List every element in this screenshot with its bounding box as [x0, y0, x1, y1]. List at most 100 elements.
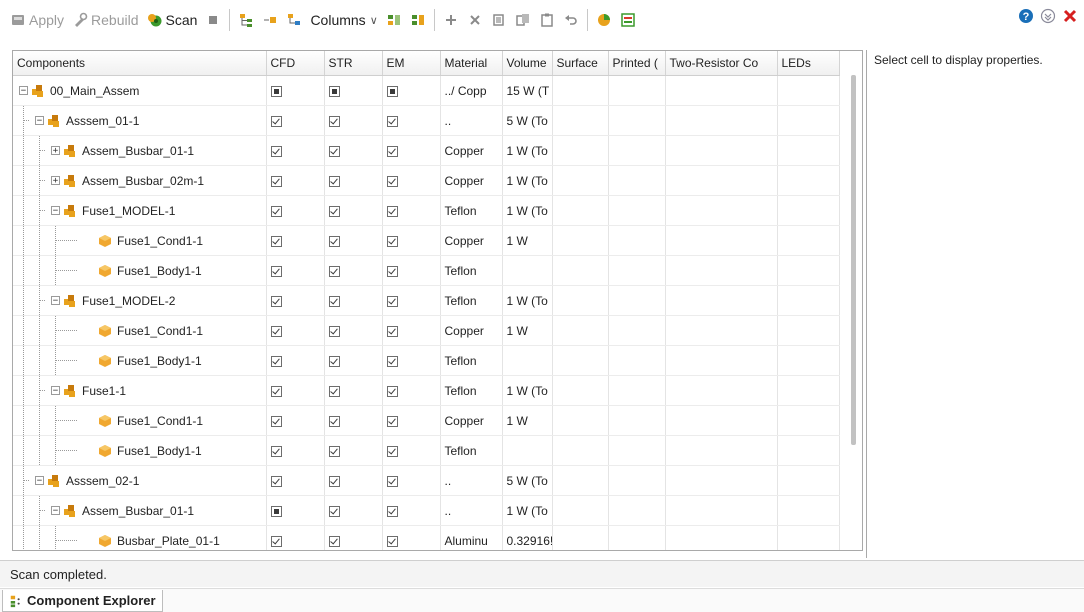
collapse-icon[interactable]: −	[51, 506, 60, 516]
leds-cell[interactable]	[777, 105, 840, 136]
checkbox[interactable]	[328, 385, 340, 397]
checkbox[interactable]	[386, 325, 398, 337]
material-cell[interactable]: Teflon	[440, 255, 503, 286]
cfd-cell[interactable]	[266, 315, 325, 346]
checkbox[interactable]	[386, 445, 398, 457]
component-name-cell[interactable]: Busbar_Plate_01-1	[13, 525, 267, 550]
checkbox[interactable]	[386, 175, 398, 187]
table-row[interactable]: Busbar_Plate_01-1 Aluminu 0.32916!	[13, 525, 840, 550]
em-cell[interactable]	[382, 195, 441, 226]
cfd-cell[interactable]	[266, 525, 325, 550]
surface-cell[interactable]	[552, 105, 609, 136]
surface-cell[interactable]	[552, 135, 609, 166]
expand-icon[interactable]: +	[51, 176, 60, 186]
checkbox[interactable]	[270, 145, 282, 157]
leds-cell[interactable]	[777, 495, 840, 526]
partial-checkbox[interactable]	[270, 505, 282, 517]
em-cell[interactable]	[382, 345, 441, 376]
remove-column-button[interactable]	[406, 8, 430, 32]
component-name-cell[interactable]: − Asssem_02-1	[13, 465, 267, 496]
two-resistor-cell[interactable]	[665, 315, 778, 346]
surface-cell[interactable]	[552, 435, 609, 466]
checkbox[interactable]	[386, 415, 398, 427]
checkbox[interactable]	[270, 235, 282, 247]
checkbox[interactable]	[328, 115, 340, 127]
leds-cell[interactable]	[777, 345, 840, 376]
component-name-cell[interactable]: Fuse1_Body1-1	[13, 435, 267, 466]
component-name-cell[interactable]: − 00_Main_Assem	[13, 75, 267, 106]
table-row[interactable]: + Assem_Busbar_02m-1 Copper 1 W (To	[13, 165, 840, 196]
checkbox[interactable]	[328, 475, 340, 487]
component-name-cell[interactable]: Fuse1_Cond1-1	[13, 225, 267, 256]
surface-cell[interactable]	[552, 465, 609, 496]
cfd-cell[interactable]	[266, 495, 325, 526]
two-resistor-cell[interactable]	[665, 435, 778, 466]
checkbox[interactable]	[386, 505, 398, 517]
material-cell[interactable]: Teflon	[440, 345, 503, 376]
material-cell[interactable]: Teflon	[440, 375, 503, 406]
str-cell[interactable]	[324, 75, 383, 106]
cfd-cell[interactable]	[266, 135, 325, 166]
volume-cell[interactable]: 1 W (To	[502, 285, 553, 316]
table-row[interactable]: − Asssem_02-1.. 5 W (To	[13, 465, 840, 496]
two-resistor-cell[interactable]	[665, 375, 778, 406]
duplicate-button[interactable]	[511, 8, 535, 32]
volume-cell[interactable]: 0.32916!	[502, 525, 553, 550]
cfd-cell[interactable]	[266, 285, 325, 316]
component-name-cell[interactable]: − Fuse1-1	[13, 375, 267, 406]
volume-cell[interactable]	[502, 345, 553, 376]
column-header-cfd[interactable]: CFD	[266, 51, 325, 76]
surface-cell[interactable]	[552, 195, 609, 226]
cfd-cell[interactable]	[266, 375, 325, 406]
checkbox[interactable]	[328, 355, 340, 367]
printed-cell[interactable]	[608, 525, 666, 550]
volume-cell[interactable]: 1 W	[502, 315, 553, 346]
em-cell[interactable]	[382, 465, 441, 496]
leds-cell[interactable]	[777, 255, 840, 286]
em-cell[interactable]	[382, 315, 441, 346]
component-name-cell[interactable]: Fuse1_Cond1-1	[13, 405, 267, 436]
two-resistor-cell[interactable]	[665, 495, 778, 526]
material-cell[interactable]: Teflon	[440, 285, 503, 316]
em-cell[interactable]	[382, 435, 441, 466]
em-cell[interactable]	[382, 135, 441, 166]
cfd-cell[interactable]	[266, 75, 325, 106]
em-cell[interactable]	[382, 255, 441, 286]
table-row[interactable]: Fuse1_Cond1-1 Copper 1 W	[13, 315, 840, 346]
component-name-cell[interactable]: + Assem_Busbar_01-1	[13, 135, 267, 166]
two-resistor-cell[interactable]	[665, 465, 778, 496]
cfd-cell[interactable]	[266, 195, 325, 226]
checkbox[interactable]	[328, 205, 340, 217]
expand-icon[interactable]: +	[51, 146, 60, 156]
table-row[interactable]: Fuse1_Body1-1 Teflon	[13, 435, 840, 466]
column-header-str[interactable]: STR	[324, 51, 383, 76]
tab-component-explorer[interactable]: Component Explorer	[2, 590, 163, 612]
two-resistor-cell[interactable]	[665, 405, 778, 436]
collapse-icon[interactable]: −	[51, 386, 60, 396]
two-resistor-cell[interactable]	[665, 255, 778, 286]
cfd-cell[interactable]	[266, 465, 325, 496]
material-cell[interactable]: Aluminu	[440, 525, 503, 550]
surface-cell[interactable]	[552, 525, 609, 550]
volume-cell[interactable]: 5 W (To	[502, 465, 553, 496]
two-resistor-cell[interactable]	[665, 195, 778, 226]
checkbox[interactable]	[270, 355, 282, 367]
leds-cell[interactable]	[777, 405, 840, 436]
checkbox[interactable]	[328, 445, 340, 457]
leds-cell[interactable]	[777, 75, 840, 106]
material-cell[interactable]: Teflon	[440, 435, 503, 466]
str-cell[interactable]	[324, 495, 383, 526]
volume-cell[interactable]: 15 W (T	[502, 75, 553, 106]
str-cell[interactable]	[324, 285, 383, 316]
str-cell[interactable]	[324, 525, 383, 550]
em-cell[interactable]	[382, 75, 441, 106]
table-row[interactable]: − Assem_Busbar_01-1.. 1 W (To	[13, 495, 840, 526]
printed-cell[interactable]	[608, 375, 666, 406]
cfd-cell[interactable]	[266, 225, 325, 256]
leds-cell[interactable]	[777, 165, 840, 196]
surface-cell[interactable]	[552, 165, 609, 196]
component-name-cell[interactable]: − Fuse1_MODEL-1	[13, 195, 267, 226]
checkbox[interactable]	[270, 325, 282, 337]
checkbox[interactable]	[328, 415, 340, 427]
leds-cell[interactable]	[777, 525, 840, 550]
